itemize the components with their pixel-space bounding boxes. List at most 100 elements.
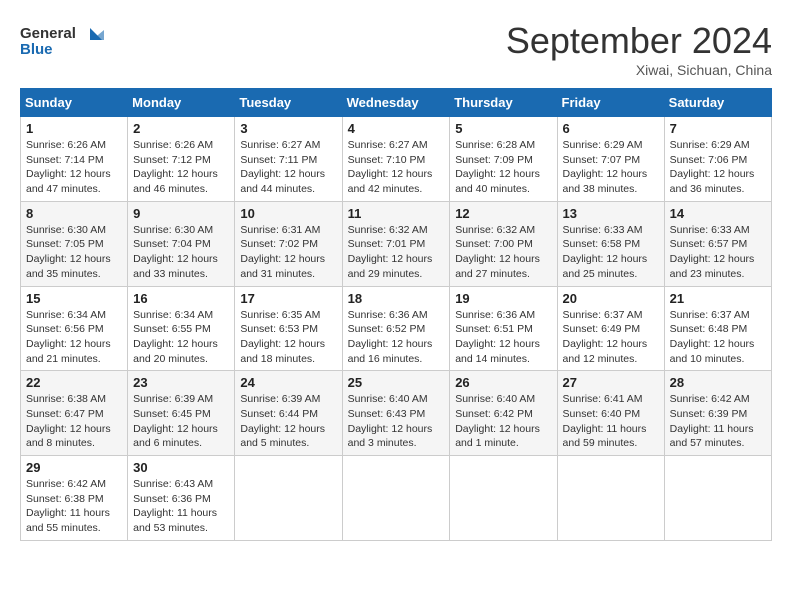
sunrise: Sunrise: 6:29 AM xyxy=(670,139,750,151)
day-info: Sunrise: 6:37 AM Sunset: 6:49 PM Dayligh… xyxy=(563,308,659,367)
sunset: Sunset: 6:52 PM xyxy=(348,323,426,335)
daylight: Daylight: 12 hours and 38 minutes. xyxy=(563,168,648,195)
location: Xiwai, Sichuan, China xyxy=(506,62,772,78)
daylight: Daylight: 12 hours and 44 minutes. xyxy=(240,168,325,195)
calendar-cell xyxy=(342,456,450,541)
day-info: Sunrise: 6:36 AM Sunset: 6:51 PM Dayligh… xyxy=(455,308,551,367)
sunrise: Sunrise: 6:40 AM xyxy=(455,393,535,405)
day-info: Sunrise: 6:32 AM Sunset: 7:00 PM Dayligh… xyxy=(455,223,551,282)
day-info: Sunrise: 6:33 AM Sunset: 6:57 PM Dayligh… xyxy=(670,223,766,282)
sunset: Sunset: 6:36 PM xyxy=(133,493,211,505)
calendar-week-row: 8 Sunrise: 6:30 AM Sunset: 7:05 PM Dayli… xyxy=(21,201,772,286)
day-number: 14 xyxy=(670,206,766,221)
sunset: Sunset: 6:39 PM xyxy=(670,408,748,420)
daylight: Daylight: 12 hours and 14 minutes. xyxy=(455,338,540,365)
calendar-cell: 1 Sunrise: 6:26 AM Sunset: 7:14 PM Dayli… xyxy=(21,117,128,202)
day-info: Sunrise: 6:43 AM Sunset: 6:36 PM Dayligh… xyxy=(133,477,229,536)
day-info: Sunrise: 6:32 AM Sunset: 7:01 PM Dayligh… xyxy=(348,223,445,282)
daylight: Daylight: 12 hours and 1 minute. xyxy=(455,423,540,450)
calendar-cell: 26 Sunrise: 6:40 AM Sunset: 6:42 PM Dayl… xyxy=(450,371,557,456)
sunrise: Sunrise: 6:31 AM xyxy=(240,224,320,236)
daylight: Daylight: 12 hours and 3 minutes. xyxy=(348,423,433,450)
calendar-cell: 2 Sunrise: 6:26 AM Sunset: 7:12 PM Dayli… xyxy=(128,117,235,202)
daylight: Daylight: 12 hours and 35 minutes. xyxy=(26,253,111,280)
daylight: Daylight: 12 hours and 20 minutes. xyxy=(133,338,218,365)
day-number: 20 xyxy=(563,291,659,306)
logo: General Blue xyxy=(20,20,110,60)
daylight: Daylight: 12 hours and 36 minutes. xyxy=(670,168,755,195)
day-info: Sunrise: 6:38 AM Sunset: 6:47 PM Dayligh… xyxy=(26,392,122,451)
day-number: 7 xyxy=(670,121,766,136)
day-number: 2 xyxy=(133,121,229,136)
calendar-cell: 21 Sunrise: 6:37 AM Sunset: 6:48 PM Dayl… xyxy=(664,286,771,371)
day-number: 24 xyxy=(240,375,336,390)
calendar-cell: 15 Sunrise: 6:34 AM Sunset: 6:56 PM Dayl… xyxy=(21,286,128,371)
day-number: 28 xyxy=(670,375,766,390)
sunrise: Sunrise: 6:40 AM xyxy=(348,393,428,405)
daylight: Daylight: 12 hours and 25 minutes. xyxy=(563,253,648,280)
calendar-cell: 5 Sunrise: 6:28 AM Sunset: 7:09 PM Dayli… xyxy=(450,117,557,202)
calendar-header-row: SundayMondayTuesdayWednesdayThursdayFrid… xyxy=(21,89,772,117)
day-info: Sunrise: 6:30 AM Sunset: 7:05 PM Dayligh… xyxy=(26,223,122,282)
sunset: Sunset: 6:45 PM xyxy=(133,408,211,420)
sunrise: Sunrise: 6:39 AM xyxy=(133,393,213,405)
day-header-saturday: Saturday xyxy=(664,89,771,117)
calendar-cell: 14 Sunrise: 6:33 AM Sunset: 6:57 PM Dayl… xyxy=(664,201,771,286)
day-info: Sunrise: 6:35 AM Sunset: 6:53 PM Dayligh… xyxy=(240,308,336,367)
day-header-tuesday: Tuesday xyxy=(235,89,342,117)
logo-svg: General Blue xyxy=(20,20,110,60)
sunrise: Sunrise: 6:26 AM xyxy=(133,139,213,151)
calendar-week-row: 15 Sunrise: 6:34 AM Sunset: 6:56 PM Dayl… xyxy=(21,286,772,371)
sunrise: Sunrise: 6:33 AM xyxy=(563,224,643,236)
day-info: Sunrise: 6:33 AM Sunset: 6:58 PM Dayligh… xyxy=(563,223,659,282)
sunrise: Sunrise: 6:41 AM xyxy=(563,393,643,405)
sunset: Sunset: 6:43 PM xyxy=(348,408,426,420)
daylight: Daylight: 12 hours and 27 minutes. xyxy=(455,253,540,280)
day-info: Sunrise: 6:42 AM Sunset: 6:38 PM Dayligh… xyxy=(26,477,122,536)
day-number: 11 xyxy=(348,206,445,221)
calendar-cell: 6 Sunrise: 6:29 AM Sunset: 7:07 PM Dayli… xyxy=(557,117,664,202)
sunset: Sunset: 7:02 PM xyxy=(240,238,318,250)
sunset: Sunset: 7:14 PM xyxy=(26,154,104,166)
sunset: Sunset: 6:55 PM xyxy=(133,323,211,335)
day-number: 29 xyxy=(26,460,122,475)
day-number: 19 xyxy=(455,291,551,306)
day-info: Sunrise: 6:40 AM Sunset: 6:43 PM Dayligh… xyxy=(348,392,445,451)
day-number: 30 xyxy=(133,460,229,475)
daylight: Daylight: 12 hours and 12 minutes. xyxy=(563,338,648,365)
calendar-cell xyxy=(235,456,342,541)
daylight: Daylight: 11 hours and 53 minutes. xyxy=(133,507,217,534)
daylight: Daylight: 12 hours and 5 minutes. xyxy=(240,423,325,450)
calendar-cell: 3 Sunrise: 6:27 AM Sunset: 7:11 PM Dayli… xyxy=(235,117,342,202)
day-info: Sunrise: 6:39 AM Sunset: 6:45 PM Dayligh… xyxy=(133,392,229,451)
day-number: 22 xyxy=(26,375,122,390)
day-number: 3 xyxy=(240,121,336,136)
sunset: Sunset: 6:56 PM xyxy=(26,323,104,335)
sunrise: Sunrise: 6:38 AM xyxy=(26,393,106,405)
daylight: Daylight: 12 hours and 29 minutes. xyxy=(348,253,433,280)
calendar-cell: 12 Sunrise: 6:32 AM Sunset: 7:00 PM Dayl… xyxy=(450,201,557,286)
sunset: Sunset: 7:04 PM xyxy=(133,238,211,250)
sunset: Sunset: 6:51 PM xyxy=(455,323,533,335)
sunset: Sunset: 7:07 PM xyxy=(563,154,641,166)
calendar-cell: 17 Sunrise: 6:35 AM Sunset: 6:53 PM Dayl… xyxy=(235,286,342,371)
title-block: September 2024 Xiwai, Sichuan, China xyxy=(506,20,772,78)
day-number: 16 xyxy=(133,291,229,306)
sunrise: Sunrise: 6:28 AM xyxy=(455,139,535,151)
daylight: Daylight: 11 hours and 59 minutes. xyxy=(563,423,647,450)
day-header-wednesday: Wednesday xyxy=(342,89,450,117)
svg-text:Blue: Blue xyxy=(20,41,53,58)
sunrise: Sunrise: 6:26 AM xyxy=(26,139,106,151)
day-number: 15 xyxy=(26,291,122,306)
sunset: Sunset: 6:47 PM xyxy=(26,408,104,420)
calendar-cell: 9 Sunrise: 6:30 AM Sunset: 7:04 PM Dayli… xyxy=(128,201,235,286)
sunset: Sunset: 6:42 PM xyxy=(455,408,533,420)
day-info: Sunrise: 6:26 AM Sunset: 7:12 PM Dayligh… xyxy=(133,138,229,197)
calendar-cell: 18 Sunrise: 6:36 AM Sunset: 6:52 PM Dayl… xyxy=(342,286,450,371)
day-info: Sunrise: 6:36 AM Sunset: 6:52 PM Dayligh… xyxy=(348,308,445,367)
sunrise: Sunrise: 6:33 AM xyxy=(670,224,750,236)
sunrise: Sunrise: 6:43 AM xyxy=(133,478,213,490)
sunrise: Sunrise: 6:30 AM xyxy=(26,224,106,236)
calendar-cell: 10 Sunrise: 6:31 AM Sunset: 7:02 PM Dayl… xyxy=(235,201,342,286)
page-header: General Blue September 2024 Xiwai, Sichu… xyxy=(20,20,772,78)
